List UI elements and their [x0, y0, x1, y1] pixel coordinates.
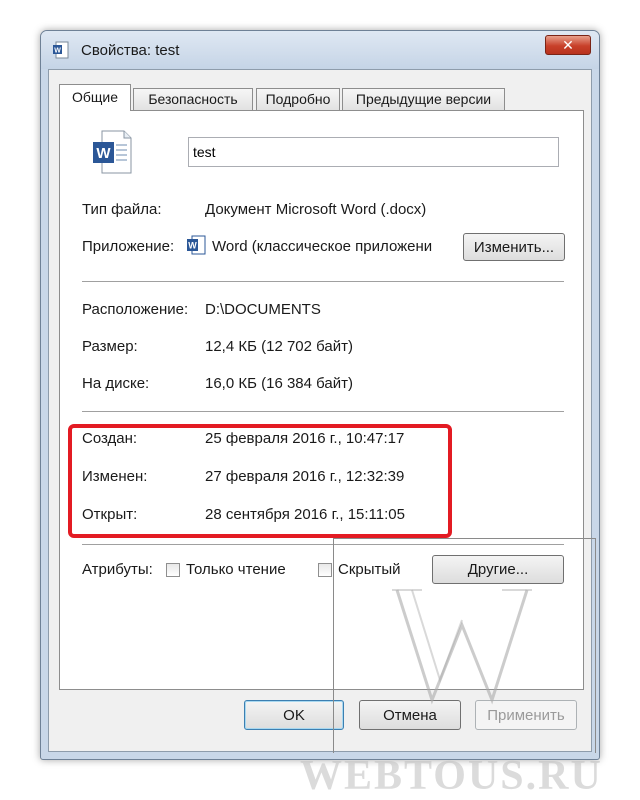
svg-text:W: W [96, 145, 111, 162]
attributes-label: Атрибуты: [82, 561, 153, 578]
file-name-input[interactable] [188, 137, 559, 167]
size-label: Размер: [82, 338, 138, 355]
decorative-line [595, 538, 596, 753]
word-file-icon: W [93, 130, 132, 174]
change-app-button[interactable]: Изменить... [463, 233, 565, 261]
window-title: Свойства: test [81, 42, 180, 59]
dates-highlight-box [68, 424, 452, 538]
watermark-w-logo [392, 589, 532, 705]
svg-text:W: W [54, 48, 61, 55]
file-type-label: Тип файла: [82, 201, 162, 218]
separator [82, 281, 564, 283]
decorative-line [333, 538, 334, 753]
close-button[interactable]: ✕ [545, 35, 591, 55]
svg-text:W: W [188, 241, 197, 251]
location-value: D:\DOCUMENTS [205, 301, 321, 318]
size-on-disk-value: 16,0 КБ (16 384 байт) [205, 375, 353, 392]
decorative-line [333, 538, 595, 539]
hidden-label[interactable]: Скрытый [338, 561, 401, 578]
file-type-value: Документ Microsoft Word (.docx) [205, 201, 427, 218]
readonly-label[interactable]: Только чтение [186, 561, 286, 578]
tab-previous-versions[interactable]: Предыдущие версии [342, 88, 505, 110]
readonly-checkbox[interactable] [166, 563, 180, 577]
application-label: Приложение: [82, 238, 175, 255]
tab-general[interactable]: Общие [59, 84, 131, 111]
watermark-text: WEBTOUS.RU [300, 753, 603, 799]
size-value: 12,4 КБ (12 702 байт) [205, 338, 353, 355]
separator [82, 544, 564, 546]
hidden-checkbox[interactable] [318, 563, 332, 577]
word-document-icon: W [53, 41, 69, 59]
tab-details[interactable]: Подробно [256, 88, 340, 110]
separator [82, 411, 564, 413]
size-on-disk-label: На диске: [82, 375, 150, 392]
tab-security[interactable]: Безопасность [133, 88, 253, 110]
application-value: Word (классическое приложени [212, 238, 433, 255]
location-label: Расположение: [82, 301, 189, 318]
title-bar[interactable]: W Свойства: test ✕ [41, 31, 599, 69]
word-app-icon: W [187, 235, 206, 255]
ok-button[interactable]: OK [244, 700, 344, 730]
